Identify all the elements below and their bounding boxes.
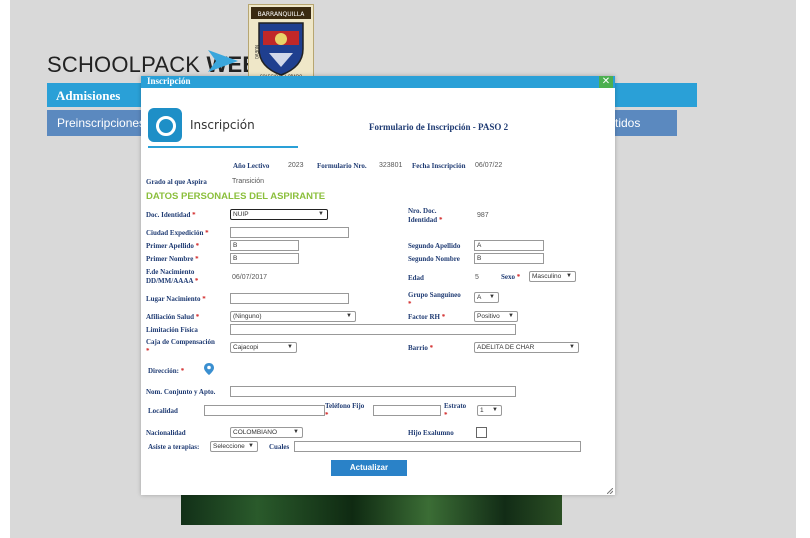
ciudad-expedicion-input[interactable] (230, 227, 349, 238)
segundo-apellido-label: Segundo Apellido (408, 242, 461, 250)
modal-header-title: Inscripción (190, 118, 255, 132)
factor-rh-label: Factor RH * (408, 313, 446, 321)
modal-titlebar: Inscripción (141, 76, 615, 88)
caja-compensacion-label: Caja de Compensación * (146, 338, 215, 355)
doc-identidad-select[interactable]: NUIP ▼ (230, 209, 328, 220)
map-pin-icon[interactable] (204, 363, 214, 375)
anio-lectivo-label: Año Lectivo (233, 162, 270, 170)
header-underline (148, 146, 298, 148)
logo-arrow-icon (208, 50, 238, 72)
form-title: Formulario de Inscripción - PASO 2 (369, 122, 509, 132)
nom-conjunto-input[interactable] (230, 386, 516, 397)
factor-rh-select[interactable]: Positivo ▼ (474, 311, 518, 322)
barrio-label: Barrio * (408, 344, 434, 352)
crest-text-side: NUEVO (254, 45, 259, 59)
ciudad-expedicion-label: Ciudad Expedición * (146, 229, 209, 237)
inscripcion-icon (148, 108, 182, 142)
formulario-value: 323801 (379, 162, 403, 169)
school-crest: BARRANQUILLA NUEVO COLEGIO DEL PRADO (248, 4, 314, 80)
modal-window-title: Inscripción (147, 76, 191, 86)
anio-lectivo-value: 2023 (288, 162, 304, 169)
fecha-nacimiento-label: F.de Nacimiento DD/MM/AAAA * (146, 268, 199, 285)
barrio-select[interactable]: ADELITA DE CHAR ▼ (474, 342, 579, 353)
fecha-inscripcion-label: Fecha Inscripción (412, 162, 466, 170)
cuales-label: Cuales (269, 443, 290, 451)
edad-value: 5 (475, 274, 479, 281)
grado-label: Grado al que Aspira (146, 178, 207, 186)
actualizar-button[interactable]: Actualizar (331, 460, 407, 476)
resize-grip-icon[interactable] (607, 488, 613, 494)
direccion-label: Dirección: * (148, 367, 185, 375)
logo-text: SCHOOLPACK (47, 52, 207, 77)
asiste-terapias-label: Asiste a terapias: (148, 443, 200, 451)
primer-apellido-label: Primer Apellido * (146, 242, 200, 250)
section-title: DATOS PERSONALES DEL ASPIRANTE (146, 191, 326, 202)
sexo-select[interactable]: Masculino ▼ (529, 271, 576, 282)
edad-label: Edad (408, 274, 424, 282)
limitacion-fisica-label: Limitación Física (146, 326, 198, 334)
sexo-label: Sexo * (501, 273, 521, 281)
lugar-nacimiento-label: Lugar Nacimiento * (146, 295, 206, 303)
telefono-fijo-input[interactable] (373, 405, 441, 416)
caja-compensacion-select[interactable]: Cajacopi ▼ (230, 342, 297, 353)
localidad-input[interactable] (204, 405, 325, 416)
afiliacion-salud-select[interactable]: (Ninguno) ▼ (230, 311, 356, 322)
close-icon[interactable]: ✕ (599, 76, 613, 88)
asiste-terapias-select[interactable]: Seleccione ▼ (210, 441, 258, 452)
estrato-label: Estrato * (444, 402, 467, 419)
nro-doc-label: Nro. Doc. Identidad * (408, 207, 443, 224)
primer-apellido-input[interactable]: B (230, 240, 299, 251)
hijo-exalumno-label: Hijo Exalumno (408, 429, 454, 437)
formulario-label: Formulario Nro. (317, 162, 367, 170)
nom-conjunto-label: Nom. Conjunto y Apto. (146, 388, 216, 396)
fecha-inscripcion-value: 06/07/22 (475, 162, 503, 169)
telefono-fijo-label: Teléfono Fijo * (325, 402, 365, 419)
cuales-input[interactable] (294, 441, 581, 452)
primer-nombre-input[interactable]: B (230, 253, 299, 264)
background-photo (181, 494, 562, 525)
primer-nombre-label: Primer Nombre * (146, 255, 199, 263)
hijo-exalumno-checkbox[interactable] (476, 427, 487, 438)
doc-identidad-label: Doc. Identidad * (146, 211, 196, 219)
estrato-select[interactable]: 1 ▼ (477, 405, 502, 416)
afiliacion-salud-label: Afiliación Salud * (146, 313, 200, 321)
inscripcion-modal: Inscripción ✕ Inscripción Formulario de … (141, 76, 615, 495)
segundo-nombre-label: Segundo Nombre (408, 255, 460, 263)
crest-text-top: BARRANQUILLA (258, 11, 306, 18)
nacionalidad-label: Nacionalidad (146, 429, 186, 437)
limitacion-fisica-input[interactable] (230, 324, 516, 335)
subnav-right-item[interactable]: tidos (615, 116, 640, 130)
grado-value: Transición (232, 178, 265, 185)
grupo-sanguineo-label: Grupo Sanguineo * (408, 291, 461, 308)
nav-admisiones[interactable]: Admisiones (56, 88, 120, 104)
localidad-label: Localidad (148, 407, 178, 415)
fecha-nacimiento-value: 06/07/2017 (232, 274, 268, 281)
grupo-sanguineo-select[interactable]: A ▼ (474, 292, 499, 303)
segundo-apellido-input[interactable]: A (474, 240, 544, 251)
nro-doc-value: 987 (477, 212, 489, 219)
nacionalidad-select[interactable]: COLOMBIANO ▼ (230, 427, 303, 438)
subnav-preinscripciones[interactable]: Preinscripciones (57, 116, 145, 130)
lugar-nacimiento-input[interactable] (230, 293, 349, 304)
segundo-nombre-input[interactable]: B (474, 253, 544, 264)
